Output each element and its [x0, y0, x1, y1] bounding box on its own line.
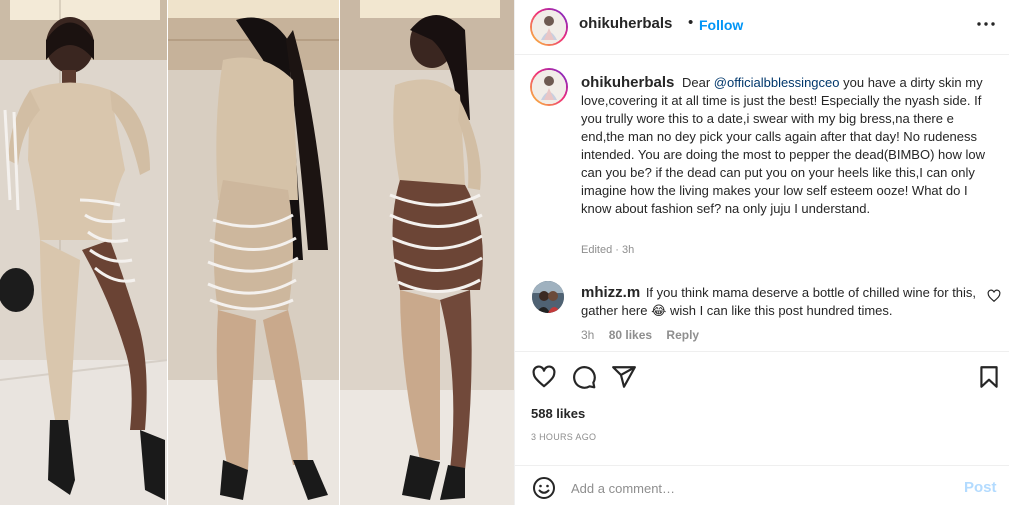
post-timestamp[interactable]: 3 HOURS AGO — [531, 432, 596, 442]
add-comment-bar: Post — [515, 465, 1009, 505]
comment-text-end: wish I can like this post hundred times. — [669, 303, 893, 318]
post-photo-1 — [0, 0, 168, 505]
commenter-avatar[interactable] — [532, 281, 564, 313]
likes-count[interactable]: 588 likes — [531, 406, 585, 421]
post-comment-button[interactable]: Post — [964, 479, 997, 496]
caption-text-start: Dear — [681, 75, 711, 90]
caption-edited-time: Edited · 3h — [581, 244, 635, 256]
comment-icon[interactable] — [571, 364, 597, 390]
author-username[interactable]: ohikuherbals — [579, 15, 672, 32]
commenter-username[interactable]: mhizz.m — [581, 284, 640, 301]
post-media[interactable] — [0, 0, 514, 505]
caption-author-avatar[interactable] — [530, 68, 568, 106]
comments-list[interactable]: ohikuherbals Dear @officialbblessingceo … — [515, 56, 1009, 351]
post-side-panel: ohikuherbals • Follow ohikuherbals Dear — [514, 0, 1009, 505]
author-avatar[interactable] — [530, 8, 568, 46]
share-icon[interactable] — [611, 364, 637, 390]
separator-dot: • — [688, 14, 694, 31]
comment-item: mhizz.m If you think mama deserve a bott… — [581, 284, 981, 320]
bookmark-icon[interactable] — [976, 364, 1002, 390]
post-caption: ohikuherbals Dear @officialbblessingceo … — [581, 74, 986, 218]
caption-mention-link[interactable]: @officialbblessingceo — [714, 75, 840, 90]
reply-button[interactable]: Reply — [666, 328, 699, 342]
post-photo-2 — [168, 0, 340, 505]
comment-heart-icon[interactable] — [987, 289, 1001, 303]
caption-text: you have a dirty skin my love,covering i… — [581, 75, 985, 216]
comment-input[interactable] — [571, 476, 951, 500]
post-photo-3 — [340, 0, 514, 505]
comment-time: 3h — [581, 328, 595, 342]
laughing-emoji-icon: 😂 — [651, 303, 667, 318]
caption-username[interactable]: ohikuherbals — [581, 74, 674, 91]
post-header: ohikuherbals • Follow — [515, 0, 1009, 55]
heart-icon[interactable] — [531, 364, 557, 390]
follow-button[interactable]: Follow — [699, 17, 743, 33]
comment-meta: 3h 80 likes Reply — [581, 328, 710, 342]
emoji-icon[interactable] — [532, 476, 556, 500]
comment-likes-count[interactable]: 80 likes — [609, 328, 652, 342]
action-bar — [515, 351, 1009, 401]
more-horizontal-icon[interactable] — [974, 12, 998, 36]
